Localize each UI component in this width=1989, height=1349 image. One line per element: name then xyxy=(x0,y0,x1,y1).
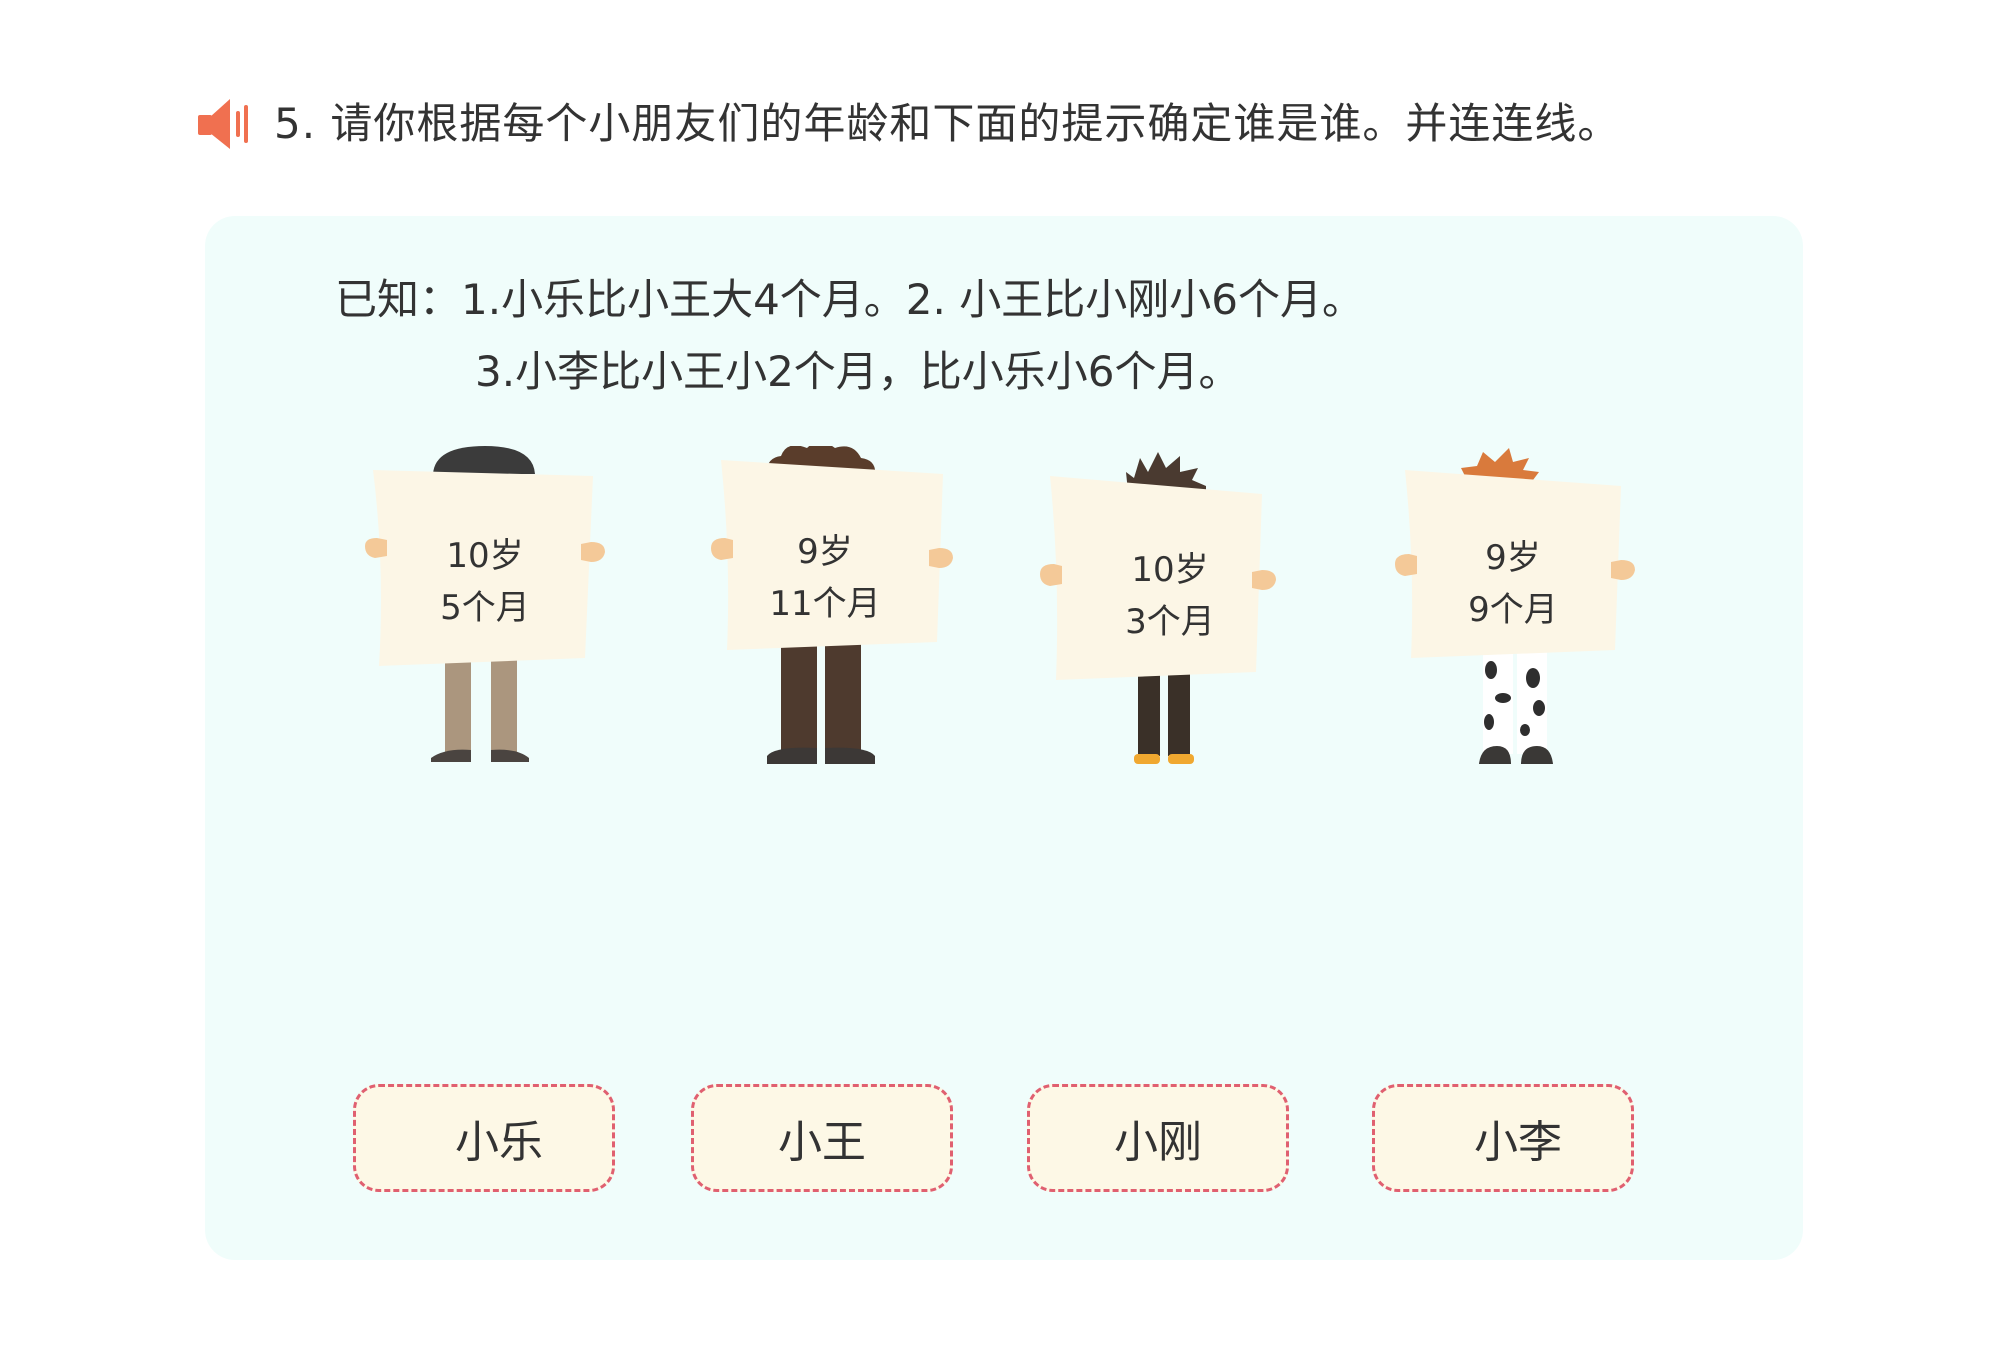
question-title: 5. 请你根据每个小朋友们的年龄和下面的提示确定谁是谁。并连连线。 xyxy=(274,99,1621,148)
name-label-xiaole: 小乐 xyxy=(455,1117,543,1168)
sign-months-3: 3个月 xyxy=(1125,602,1215,642)
sign-months-1: 5个月 xyxy=(440,588,530,628)
sign-age-3: 10岁 3个月 xyxy=(1030,544,1310,648)
name-box-xiaole[interactable]: 小乐 xyxy=(353,1084,615,1192)
page: 5. 请你根据每个小朋友们的年龄和下面的提示确定谁是谁。并连连线。 已知：1.小… xyxy=(0,0,1989,1349)
sign-years-2: 9岁 xyxy=(797,532,853,572)
exercise-panel: 已知：1.小乐比小王大4个月。2. 小王比小刚小6个月。 3.小李比小王小2个月… xyxy=(205,216,1803,1260)
clue-line-2: 3.小李比小王小2个月，比小乐小6个月。 xyxy=(475,347,1241,396)
name-box-xiaogang[interactable]: 小刚 xyxy=(1027,1084,1289,1192)
clue-line-1: 已知：1.小乐比小王大4个月。2. 小王比小刚小6个月。 xyxy=(335,275,1364,324)
sign-years-3: 10岁 xyxy=(1131,550,1209,590)
question-header: 5. 请你根据每个小朋友们的年龄和下面的提示确定谁是谁。并连连线。 xyxy=(196,92,1620,156)
sign-years-4: 9岁 xyxy=(1485,538,1541,578)
kid-card-1[interactable]: 10岁 5个月 xyxy=(345,446,625,786)
name-label-xiaogang: 小刚 xyxy=(1114,1117,1202,1168)
sign-age-4: 9岁 9个月 xyxy=(1373,532,1653,636)
name-label-xiaowang: 小王 xyxy=(778,1117,866,1168)
kid-card-4[interactable]: 9岁 9个月 xyxy=(1373,446,1653,786)
kid-card-2[interactable]: 9岁 11个月 xyxy=(685,446,965,786)
speaker-icon[interactable] xyxy=(196,93,258,155)
name-box-xiaowang[interactable]: 小王 xyxy=(691,1084,953,1192)
sign-years-1: 10岁 xyxy=(446,536,524,576)
kid-card-3[interactable]: 10岁 3个月 xyxy=(1030,446,1310,786)
sign-age-1: 10岁 5个月 xyxy=(345,530,625,634)
name-box-xiaoli[interactable]: 小李 xyxy=(1372,1084,1634,1192)
sign-age-2: 9岁 11个月 xyxy=(685,526,965,630)
sign-months-4: 9个月 xyxy=(1468,590,1558,630)
name-label-xiaoli: 小李 xyxy=(1474,1117,1562,1168)
sign-months-2: 11个月 xyxy=(769,584,881,624)
